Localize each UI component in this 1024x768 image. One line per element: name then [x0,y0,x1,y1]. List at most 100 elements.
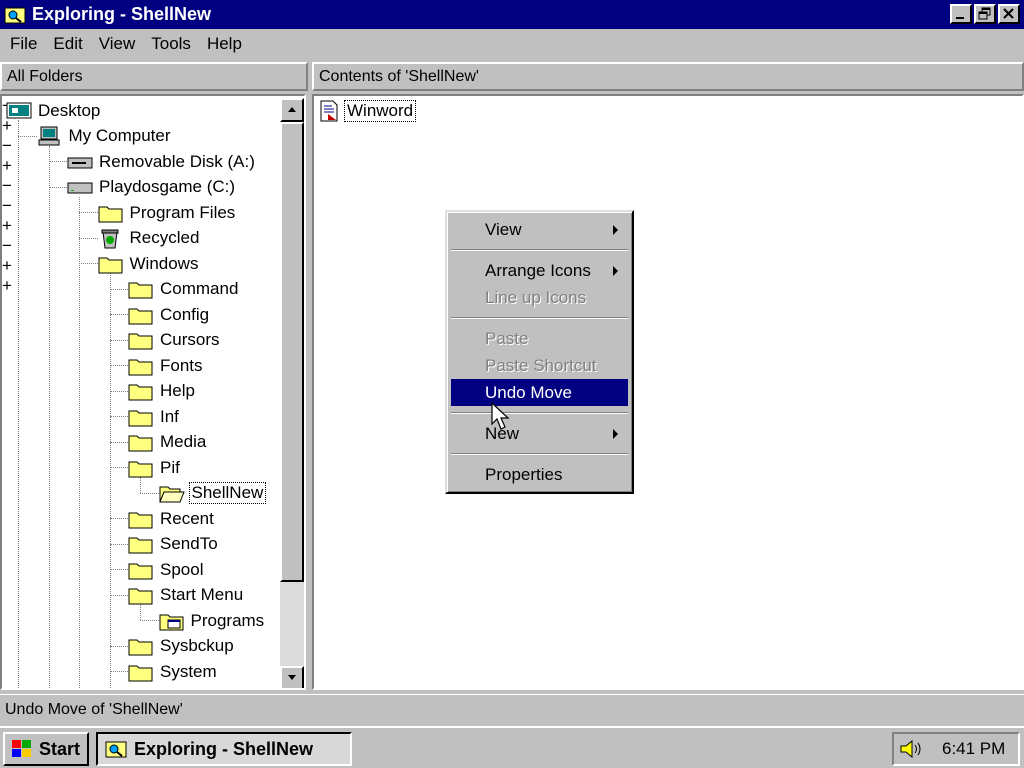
menu-help[interactable]: Help [199,34,250,54]
floppy-drive-icon [67,157,93,168]
tree-connector [109,569,128,570]
desktop-icon [6,102,32,118]
taskbar-window-button[interactable]: Exploring - ShellNew [96,732,352,766]
context-menu-item-label: Arrange Icons [485,260,591,280]
tree-connector [79,212,98,213]
contents-header: Contents of 'ShellNew' [312,62,1024,91]
folder-icon [128,461,153,477]
tree-connector [79,263,98,264]
tree-connector [140,492,159,494]
computer-icon [38,126,59,146]
folder-icon [98,257,122,273]
tree-item[interactable]: Program Files [98,200,238,225]
tree-connector [109,467,128,468]
tree-item[interactable]: SendTo [128,532,220,557]
tree-item[interactable]: Start Menu [128,583,245,608]
context-menu-item[interactable]: Paste Shortcut [451,352,628,379]
folder-icon [128,588,153,605]
tree-item[interactable]: Sysbckup [128,634,236,659]
tree-item[interactable]: Cursors [128,328,222,353]
tree-item-label: My Computer [68,126,171,145]
tree-item[interactable]: Inf [128,404,181,429]
tree-item[interactable]: Recycled [98,226,202,251]
all-folders-header: All Folders [0,62,308,91]
tree-item-label: System [160,661,217,681]
folder-icon [128,435,153,452]
title-bar[interactable]: Exploring - ShellNew [0,0,1024,29]
tree-item-label: Removable Disk (A:) [99,151,255,171]
word-document-icon [320,100,338,122]
tree-item[interactable]: Media [128,430,208,455]
context-menu-item[interactable]: Undo Move [451,379,628,406]
speaker-icon[interactable] [898,737,926,761]
file-item[interactable]: Winword [318,100,417,122]
tree-item-label: Recent [160,508,214,528]
close-button[interactable] [998,4,1020,24]
tree-connector [109,416,128,417]
menu-view[interactable]: View [91,34,144,54]
taskbar: Start Exploring - ShellNew 6:41 PM [0,726,1024,768]
folder-icon [128,308,153,324]
window-title: Exploring - ShellNew [32,4,212,24]
tree-item[interactable]: My Computer [37,124,173,149]
file-label: Winword [344,100,417,122]
context-menu-item[interactable]: View [451,216,628,243]
folder-tree[interactable]: DesktopMy Computer−Removable Disk (A:)+P… [0,94,306,690]
arrow-down-icon [288,675,296,680]
tree-item-label: SendTo [160,534,218,553]
restore-button[interactable] [974,4,996,24]
menu-edit[interactable]: Edit [45,34,90,54]
recycle-bin-icon [101,229,118,249]
menu-file[interactable]: File [2,34,45,54]
tree-item[interactable]: Help [128,379,197,404]
folder-icon [128,537,153,554]
arrow-up-icon [288,107,296,112]
tree-connector [109,273,111,688]
explorer-icon [4,7,26,23]
menu-tools[interactable]: Tools [143,34,199,54]
context-menu-item-label: Line up Icons [485,287,587,307]
tree-item[interactable]: Desktop [6,98,102,123]
tree-connector [109,543,128,545]
context-menu-item-label: Paste Shortcut [485,355,597,375]
context-menu-item[interactable]: Line up Icons [451,284,628,311]
tree-item-label: Pif [160,457,180,477]
context-menu-item[interactable]: Arrange Icons [451,257,628,284]
close-icon [1003,8,1014,19]
tree-connector [48,186,67,188]
taskbar-window-label: Exploring - ShellNew [134,738,314,759]
folder-icon [128,563,153,579]
submenu-arrow-icon [613,225,618,235]
tree-item[interactable]: Fonts [128,353,205,378]
context-menu-item-label: Undo Move [485,382,572,402]
tree-item[interactable]: System [128,659,219,684]
menu-bar: File Edit View Tools Help [0,29,1024,59]
context-menu-item[interactable]: Paste [451,325,628,352]
tree-item[interactable]: Removable Disk (A:) [67,149,257,174]
tree-item[interactable]: Command [128,277,240,302]
tree-connector [48,145,50,688]
tree-item[interactable]: ShellNew [158,481,267,506]
scroll-up-button[interactable] [280,98,304,122]
tree-scrollbar[interactable] [280,98,304,688]
tree-item-label: Config [160,304,210,324]
tree-item[interactable]: Playdosgame (C:) [67,175,237,200]
tree-item[interactable]: Config [128,302,211,327]
tree-item[interactable]: Programs [159,608,267,633]
folder-icon [128,333,153,350]
tree-item[interactable]: Recent [128,506,216,531]
context-menu-item[interactable]: Properties [451,461,628,488]
tree-item-label: Command [160,279,239,298]
scroll-thumb[interactable] [280,122,304,582]
tree-item-label: Start Menu [160,585,244,604]
tree-item[interactable]: Pif [128,455,182,480]
minimize-button[interactable] [950,4,972,24]
tree-item[interactable]: Windows [98,251,201,276]
clock: 6:41 PM [942,739,1006,758]
tree-item[interactable]: Spool [128,557,205,582]
context-menu-item[interactable]: New [451,420,628,447]
contents-pane[interactable]: Winword [312,94,1024,690]
tree-connector [48,161,67,162]
scroll-down-button[interactable] [280,666,304,688]
start-button[interactable]: Start [3,732,89,766]
